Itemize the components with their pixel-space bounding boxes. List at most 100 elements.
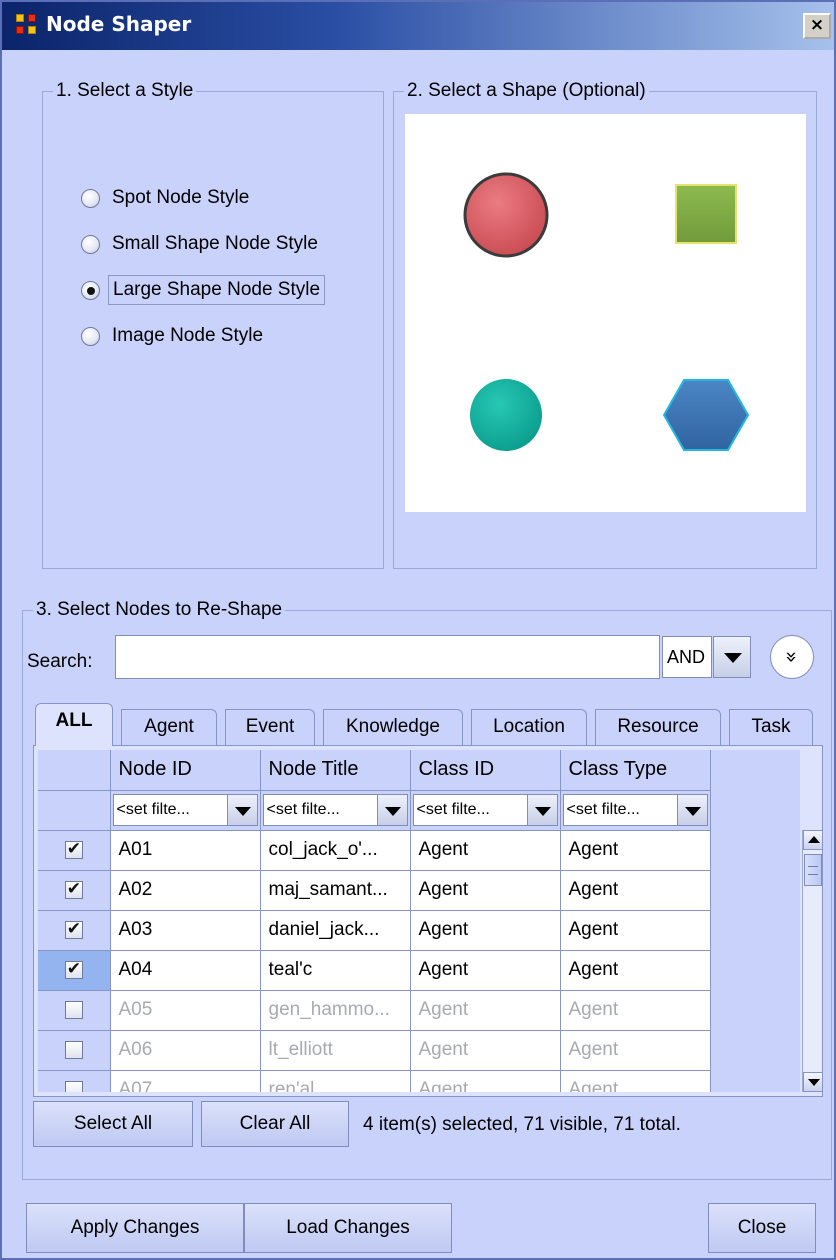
row-checkbox-cell[interactable] [38,830,111,871]
cell-class-id[interactable]: Agent [410,830,561,871]
cell-node-title[interactable]: ren'al [260,1070,411,1092]
close-icon[interactable]: × [803,13,831,39]
checkbox-checked-icon[interactable] [64,919,83,939]
radio-large-shape-node-style[interactable]: Large Shape Node Style [81,274,326,306]
cell-class-type[interactable]: Agent [560,950,711,991]
select-all-button[interactable]: Select All [33,1101,193,1147]
cell-node-title[interactable]: teal'c [260,950,411,991]
row-checkbox-cell[interactable] [38,910,111,951]
cell-class-type[interactable]: Agent [560,990,711,1031]
cell-class-type[interactable]: Agent [560,870,711,911]
filter-text[interactable]: <set filte... [114,795,227,825]
cell-node-id[interactable]: A01 [110,830,261,871]
apply-changes-button[interactable]: Apply Changes [26,1203,244,1253]
row-checkbox-cell[interactable] [38,950,111,991]
row-checkbox-cell[interactable] [38,1030,111,1071]
cell-node-title[interactable]: gen_hammo... [260,990,411,1031]
cell-class-type[interactable]: Agent [560,1030,711,1071]
tab-knowledge[interactable]: Knowledge [323,709,463,745]
cell-node-id[interactable]: A07 [110,1070,261,1092]
radio-label: Image Node Style [112,325,264,346]
header-node-id[interactable]: Node ID [110,750,261,791]
cell-node-title[interactable]: lt_elliott [260,1030,411,1071]
chevron-down-icon[interactable] [676,795,707,825]
checkbox-checked-icon[interactable] [64,879,83,899]
shape-hexagon-blue-icon[interactable] [662,379,750,451]
cell-class-id[interactable]: Agent [410,1030,561,1071]
filter-text[interactable]: <set filte... [414,795,527,825]
table-row[interactable]: A03 daniel_jack... Agent Agent [38,910,711,951]
radio-icon[interactable] [81,188,100,208]
expand-search-icon[interactable]: » [770,635,814,679]
load-changes-button[interactable]: Load Changes [244,1203,452,1253]
cell-node-id[interactable]: A06 [110,1030,261,1071]
table-row-selected[interactable]: A04 teal'c Agent Agent [38,950,711,991]
scroll-thumb[interactable] [804,854,822,886]
radio-icon[interactable] [81,234,100,254]
cell-class-type[interactable]: Agent [560,830,711,871]
scroll-up-icon[interactable] [803,830,823,850]
chevron-down-icon[interactable] [713,636,751,678]
radio-icon[interactable] [81,326,100,346]
cell-class-id[interactable]: Agent [410,990,561,1031]
cell-node-id[interactable]: A03 [110,910,261,951]
chevron-down-icon[interactable] [376,795,407,825]
row-checkbox-cell[interactable] [38,990,111,1031]
cell-class-id[interactable]: Agent [410,950,561,991]
shape-circle-teal-icon[interactable] [470,379,542,451]
title-bar[interactable]: Node Shaper × [2,2,834,50]
cell-node-title[interactable]: daniel_jack... [260,910,411,951]
row-checkbox-cell[interactable] [38,870,111,911]
header-class-type[interactable]: Class Type [560,750,711,791]
cell-class-id[interactable]: Agent [410,1070,561,1092]
vertical-scrollbar[interactable] [802,830,823,1092]
table-row[interactable]: A01 col_jack_o'... Agent Agent [38,830,711,871]
cell-class-type[interactable]: Agent [560,1070,711,1092]
search-input[interactable] [115,635,660,679]
shape-circle-red-icon[interactable] [463,172,549,258]
cell-class-id[interactable]: Agent [410,910,561,951]
cell-node-id[interactable]: A04 [110,950,261,991]
operator-select-value[interactable]: AND [662,636,712,678]
header-node-title[interactable]: Node Title [260,750,411,791]
radio-selected-icon[interactable] [81,280,100,300]
cell-node-id[interactable]: A02 [110,870,261,911]
checkbox-unchecked-icon[interactable] [64,1080,83,1092]
cell-class-id[interactable]: Agent [410,870,561,911]
radio-image-node-style[interactable]: Image Node Style [81,320,267,352]
filter-node-title[interactable]: <set filte... [260,790,411,831]
header-class-id[interactable]: Class ID [410,750,561,791]
tab-task[interactable]: Task [729,709,813,745]
clear-all-button[interactable]: Clear All [201,1101,349,1147]
scroll-down-icon[interactable] [803,1072,823,1092]
filter-node-id[interactable]: <set filte... [110,790,261,831]
table-row[interactable]: A02 maj_samant... Agent Agent [38,870,711,911]
chevron-down-icon[interactable] [526,795,557,825]
cell-node-title[interactable]: maj_samant... [260,870,411,911]
checkbox-checked-icon[interactable] [64,959,83,979]
close-button[interactable]: Close [708,1203,816,1253]
tab-location[interactable]: Location [471,709,587,745]
cell-node-title[interactable]: col_jack_o'... [260,830,411,871]
row-checkbox-cell[interactable] [38,1070,111,1092]
table-row[interactable]: A05 gen_hammo... Agent Agent [38,990,711,1031]
table-row[interactable]: A06 lt_elliott Agent Agent [38,1030,711,1071]
shape-square-green-icon[interactable] [675,184,737,244]
tab-agent[interactable]: Agent [121,709,217,745]
tab-event[interactable]: Event [225,709,315,745]
filter-class-id[interactable]: <set filte... [410,790,561,831]
chevron-down-icon[interactable] [226,795,257,825]
checkbox-unchecked-icon[interactable] [64,1000,83,1019]
table-row[interactable]: A07 ren'al Agent Agent [38,1070,711,1092]
checkbox-unchecked-icon[interactable] [64,1040,83,1059]
filter-text[interactable]: <set filte... [264,795,377,825]
radio-small-shape-node-style[interactable]: Small Shape Node Style [81,228,322,260]
tab-all[interactable]: ALL [35,703,113,746]
checkbox-checked-icon[interactable] [64,839,83,859]
tab-resource[interactable]: Resource [595,709,721,745]
filter-class-type[interactable]: <set filte... [560,790,711,831]
cell-node-id[interactable]: A05 [110,990,261,1031]
filter-text[interactable]: <set filte... [564,795,677,825]
cell-class-type[interactable]: Agent [560,910,711,951]
radio-spot-node-style[interactable]: Spot Node Style [81,182,253,214]
